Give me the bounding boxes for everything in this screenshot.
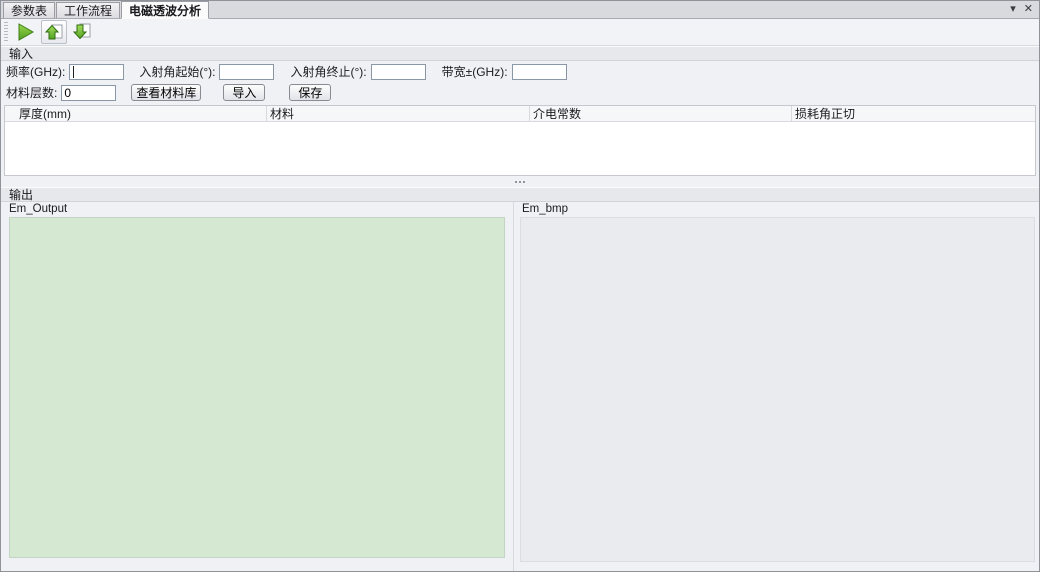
splitter-grip-icon [515, 181, 525, 183]
run-icon [16, 22, 36, 42]
view-material-library-button[interactable]: 查看材料库 [131, 84, 201, 101]
upload-button[interactable] [41, 20, 67, 44]
em-output-pane: Em_Output [1, 202, 514, 571]
chevron-down-icon[interactable]: ▾ [1010, 3, 1016, 15]
download-button[interactable] [69, 20, 95, 44]
em-output-label: Em_Output [1, 202, 513, 216]
col-loss-tangent[interactable]: 损耗角正切 [792, 106, 1035, 121]
tab-parameter-table[interactable]: 参数表 [3, 2, 55, 18]
output-section-header: 输出 [1, 187, 1039, 202]
download-icon [72, 22, 92, 42]
import-button[interactable]: 导入 [223, 84, 265, 101]
bandwidth-input[interactable] [512, 64, 567, 80]
tabbar-controls: ▾ ✕ [1010, 3, 1033, 15]
tab-em-transmission-analysis[interactable]: 电磁透波分析 [121, 1, 209, 19]
input-section-title: 输入 [9, 45, 33, 62]
em-bmp-label: Em_bmp [514, 202, 1039, 216]
input-row-material: 材料层数: 查看材料库 导入 保存 [1, 82, 1039, 103]
material-layers-label: 材料层数: [6, 84, 57, 101]
toolbar-grip-icon [4, 22, 8, 42]
material-table: 厚度(mm) 材料 介电常数 损耗角正切 [4, 105, 1036, 176]
col-thickness[interactable]: 厚度(mm) [5, 106, 267, 121]
close-icon[interactable]: ✕ [1024, 3, 1033, 15]
toolbar [1, 19, 1039, 46]
app-window: 参数表 工作流程 电磁透波分析 ▾ ✕ [0, 0, 1040, 572]
frequency-label: 频率(GHz): [6, 63, 65, 80]
col-material[interactable]: 材料 [267, 106, 530, 121]
material-table-body[interactable] [5, 122, 1035, 175]
input-row-frequency: 频率(GHz): 入射角起始(°): 入射角终止(°): 带宽±(GHz): [1, 61, 1039, 82]
tab-workflow[interactable]: 工作流程 [56, 2, 120, 18]
material-layers-input[interactable] [61, 85, 116, 101]
em-bmp-canvas[interactable] [520, 217, 1035, 562]
text-caret [73, 66, 74, 78]
col-dielectric-constant[interactable]: 介电常数 [530, 106, 792, 121]
upload-icon [44, 22, 64, 42]
run-button[interactable] [13, 20, 39, 44]
frequency-input[interactable] [69, 64, 124, 80]
output-area: Em_Output Em_bmp [1, 202, 1039, 571]
incident-angle-end-input[interactable] [371, 64, 426, 80]
horizontal-splitter[interactable] [1, 176, 1039, 187]
em-bmp-pane: Em_bmp [514, 202, 1039, 571]
output-section-title: 输出 [9, 186, 33, 203]
save-button[interactable]: 保存 [289, 84, 331, 101]
incident-angle-end-label: 入射角终止(°): [290, 63, 366, 80]
incident-angle-start-input[interactable] [219, 64, 274, 80]
tab-bar: 参数表 工作流程 电磁透波分析 ▾ ✕ [1, 1, 1039, 19]
input-section-header: 输入 [1, 46, 1039, 61]
incident-angle-start-label: 入射角起始(°): [139, 63, 215, 80]
material-table-header: 厚度(mm) 材料 介电常数 损耗角正切 [5, 106, 1035, 122]
bandwidth-label: 带宽±(GHz): [442, 63, 508, 80]
em-output-canvas[interactable] [9, 217, 505, 558]
